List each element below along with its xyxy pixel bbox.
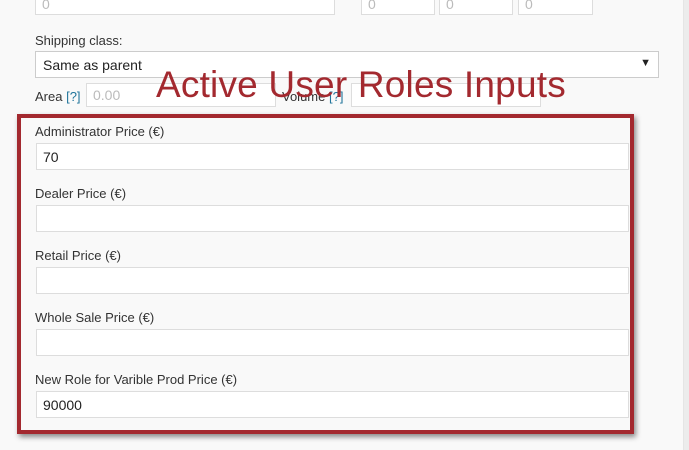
weight-value: 0 (42, 0, 50, 12)
width-value: 0 (446, 0, 454, 12)
area-help-link[interactable]: [?] (66, 89, 80, 104)
height-value: 0 (525, 0, 533, 12)
active-roles-highlight-box (17, 114, 634, 434)
length-value: 0 (368, 0, 376, 12)
height-input[interactable]: 0 (518, 0, 593, 15)
weight-input[interactable]: 0 (35, 0, 335, 15)
width-input[interactable]: 0 (439, 0, 513, 15)
area-label-text: Area (35, 89, 63, 104)
area-placeholder: 0.00 (93, 87, 121, 103)
shipping-class-label: Shipping class: (35, 33, 123, 48)
shipping-class-value: Same as parent (43, 56, 142, 73)
length-input[interactable]: 0 (361, 0, 435, 15)
annotation-title: Active User Roles Inputs (156, 64, 566, 105)
panel-edge (684, 0, 689, 450)
area-label: Area [?] (35, 89, 81, 104)
caret-down-icon: ▼ (640, 57, 651, 69)
